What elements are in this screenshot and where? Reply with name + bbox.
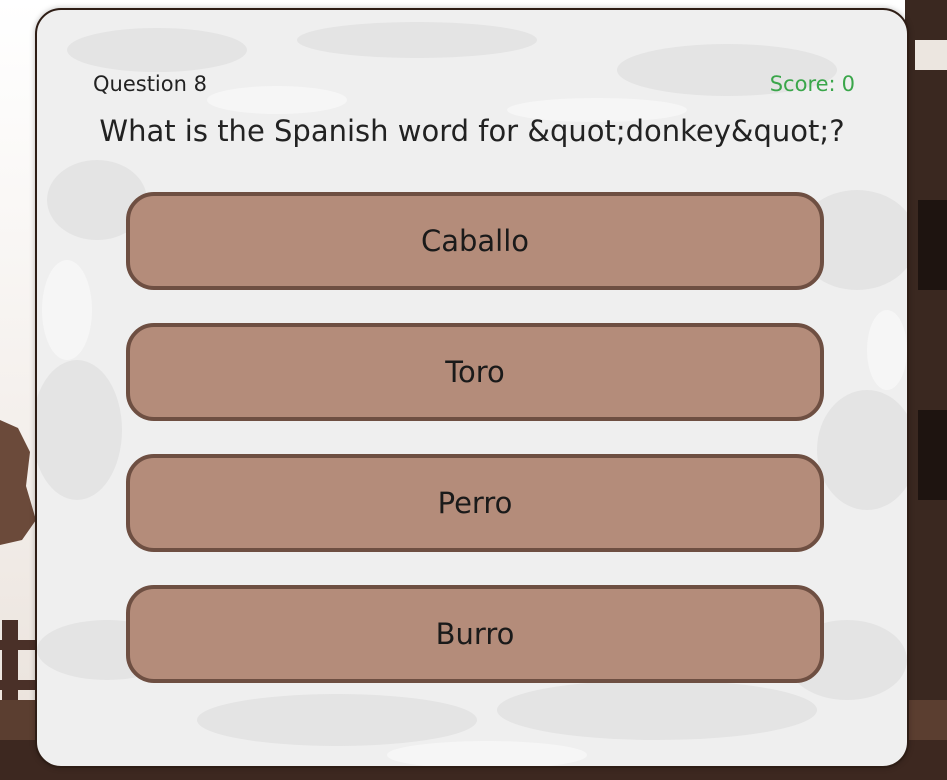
answer-button-toro[interactable]: Toro xyxy=(126,323,824,421)
answer-list: Caballo Toro Perro Burro xyxy=(126,192,824,716)
score-label: Score: xyxy=(769,72,836,96)
answer-label: Toro xyxy=(445,355,505,389)
question-text: What is the Spanish word for &quot;donke… xyxy=(99,114,845,148)
quiz-card: Question 8 Score: 0 What is the Spanish w… xyxy=(35,8,909,768)
answer-button-perro[interactable]: Perro xyxy=(126,454,824,552)
answer-label: Caballo xyxy=(420,224,530,258)
score-value: 0 xyxy=(841,72,855,96)
answer-button-caballo[interactable]: Caballo xyxy=(126,192,824,290)
answer-label: Perro xyxy=(437,486,513,520)
answer-button-burro[interactable]: Burro xyxy=(126,585,824,683)
question-number: Question 8 xyxy=(93,72,207,96)
score-display: Score: 0 xyxy=(770,72,855,96)
answer-label: Burro xyxy=(435,617,515,651)
